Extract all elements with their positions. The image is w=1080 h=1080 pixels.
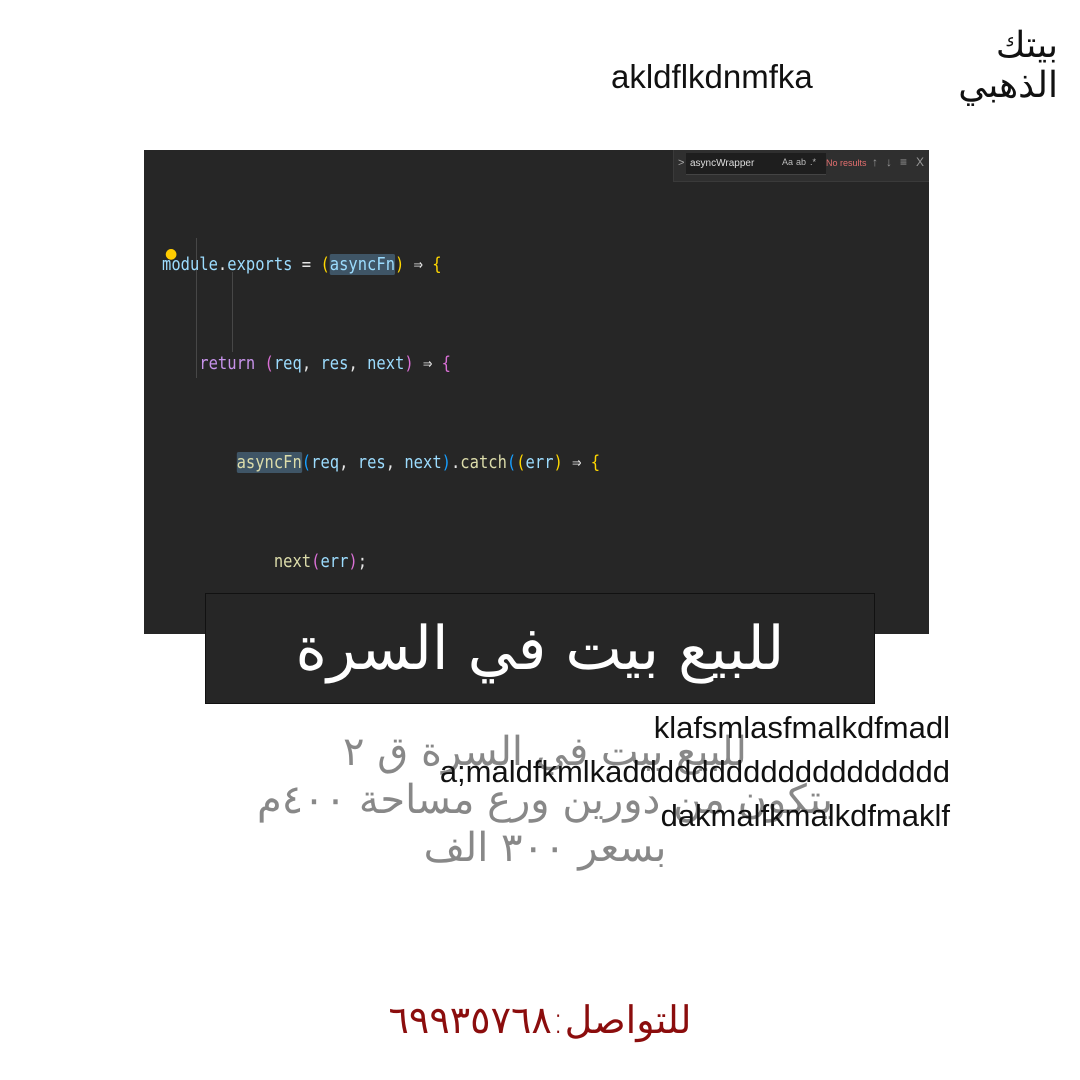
post-canvas: بيتك الذهبي akldflkdnmfka > Aa ab .* No … bbox=[0, 0, 1080, 1080]
code-line-3: asyncFn(req, res, next).catch((err) ⇒ { bbox=[236, 452, 601, 473]
code-line-1: module.exports = (asyncFn) ⇒ { bbox=[162, 254, 442, 275]
whole-word-toggle[interactable]: ab bbox=[796, 157, 806, 167]
banner-title: للبيع بيت في السرة bbox=[295, 613, 785, 684]
latin-line-2: a;maldfkmlkaddddddddddddddddddd bbox=[439, 754, 950, 789]
match-case-toggle[interactable]: Aa bbox=[782, 157, 793, 167]
description-latin: klafsmlasfmalkdfmadl a;maldfkmlkaddddddd… bbox=[440, 706, 950, 838]
close-icon[interactable]: X bbox=[916, 155, 924, 169]
header-text: akldflkdnmfka bbox=[611, 58, 813, 95]
contact-number: للتواصل:٦٩٩٣٥٧٦٨ bbox=[388, 998, 692, 1042]
brand-logo: بيتك الذهبي bbox=[918, 26, 1058, 106]
code-block: module.exports = (asyncFn) ⇒ { return (r… bbox=[162, 182, 600, 634]
find-widget: > Aa ab .* No results ↑ ↓ ≡ X bbox=[673, 150, 929, 182]
find-in-selection-icon[interactable]: ≡ bbox=[900, 155, 907, 169]
logo-line-1: بيتك bbox=[995, 25, 1058, 66]
next-match-icon[interactable]: ↓ bbox=[886, 155, 892, 169]
previous-match-icon[interactable]: ↑ bbox=[872, 155, 878, 169]
code-editor-screenshot: > Aa ab .* No results ↑ ↓ ≡ X ● module.e… bbox=[144, 150, 929, 634]
title-banner: للبيع بيت في السرة bbox=[205, 593, 875, 704]
code-line-2: return (req, res, next) ⇒ { bbox=[199, 353, 452, 374]
expand-replace-icon[interactable]: > bbox=[678, 157, 684, 169]
latin-line-3: dakmalfkmalkdfmaklf bbox=[660, 798, 950, 833]
code-line-4: next(err); bbox=[273, 551, 368, 572]
find-status: No results bbox=[826, 158, 867, 168]
regex-toggle[interactable]: .* bbox=[810, 157, 816, 167]
latin-line-1: klafsmlasfmalkdfmadl bbox=[653, 710, 950, 745]
logo-line-2: الذهبي bbox=[958, 65, 1058, 106]
